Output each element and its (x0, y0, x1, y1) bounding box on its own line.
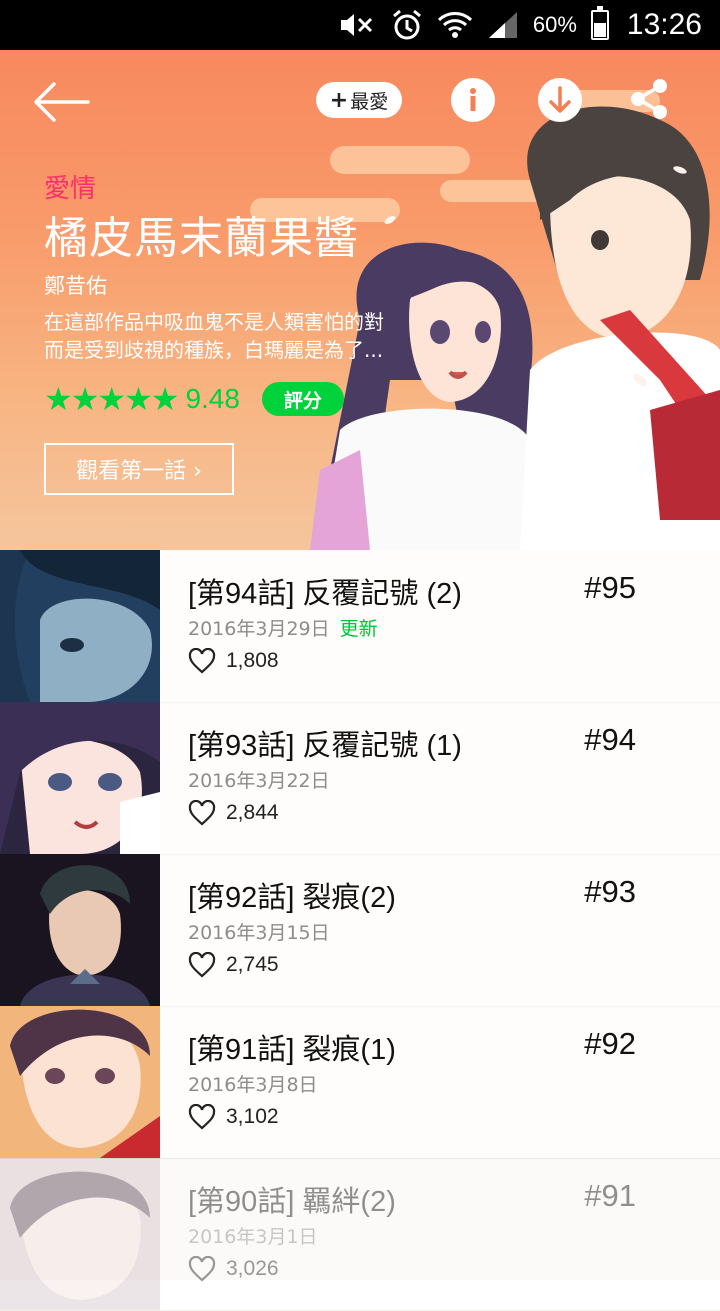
download-icon (549, 86, 571, 113)
episode-row[interactable]: [第92話] 裂痕(2) #93 2016年3月15日 2,745 (0, 854, 720, 1007)
episode-title: [第94話] 反覆記號 (2) (188, 578, 462, 610)
episode-likes: 1,808 (188, 648, 279, 674)
heart-icon (188, 800, 216, 826)
synopsis: 在這部作品中吸血鬼不是人類害怕的對 而是受到歧視的種族，白瑪麗是為了... (44, 308, 454, 364)
episode-date-text: 2016年3月15日 (188, 922, 330, 944)
episode-number: #93 (584, 874, 636, 909)
episode-likes: 3,102 (188, 1104, 279, 1130)
watch-first-episode-button[interactable]: 觀看第一話 › (44, 443, 234, 495)
episode-date: 2016年3月29日 更新 (188, 614, 378, 641)
episode-date-text: 2016年3月8日 (188, 1074, 318, 1096)
episode-list: [第94話] 反覆記號 (2) #95 2016年3月29日 更新 1,808 [… (0, 550, 720, 1311)
episode-title: [第91話] 裂痕(1) (188, 1034, 396, 1066)
episode-date: 2016年3月22日 (188, 766, 330, 793)
episode-date: 2016年3月8日 (188, 1070, 318, 1097)
episode-row[interactable]: [第93話] 反覆記號 (1) #94 2016年3月22日 2,844 (0, 702, 720, 855)
series-title: 橘皮馬末蘭果醬 (44, 213, 359, 264)
episode-title: [第93話] 反覆記號 (1) (188, 730, 462, 762)
like-count: 1,808 (226, 649, 279, 672)
like-count: 3,102 (226, 1105, 279, 1128)
rating-score: 9.48 (185, 383, 240, 414)
episode-number: #95 (584, 570, 636, 605)
author-name: 鄭昔佑 (44, 274, 107, 298)
episode-date: 2016年3月15日 (188, 918, 330, 945)
series-header: + 最愛 愛情 橘皮馬末蘭果醬 鄭昔佑 在這部作品中吸血鬼不是人類害怕的對 而是… (0, 50, 720, 550)
episode-title: [第90話] 羈絆(2) (188, 1186, 396, 1218)
episode-thumbnail (0, 1158, 160, 1310)
back-button[interactable] (30, 80, 94, 124)
episode-thumbnail (0, 702, 160, 854)
episode-date-text: 2016年3月22日 (188, 770, 330, 792)
episode-date-text: 2016年3月1日 (188, 1226, 318, 1248)
episode-likes: 2,844 (188, 800, 279, 826)
heart-icon (188, 952, 216, 978)
battery-icon (590, 6, 609, 40)
alarm-icon (391, 9, 423, 41)
status-bar: 60% 13:26 (0, 0, 720, 50)
favorite-label: 最愛 (350, 90, 389, 113)
synopsis-line: 在這部作品中吸血鬼不是人類害怕的對 (44, 310, 384, 334)
episode-number: #91 (584, 1178, 636, 1213)
heart-icon (188, 1104, 216, 1130)
episode-title: [第92話] 裂痕(2) (188, 882, 396, 914)
plus-icon: + (329, 87, 349, 113)
episode-thumbnail (0, 1006, 160, 1158)
signal-icon (487, 10, 519, 40)
battery-percentage: 60% (532, 12, 577, 37)
wifi-icon (437, 10, 473, 40)
genre-label: 愛情 (44, 174, 97, 204)
episode-date-text: 2016年3月29日 (188, 618, 330, 640)
add-favorite-button[interactable]: + 最愛 (316, 82, 402, 118)
clock: 13:26 (626, 8, 702, 41)
share-icon (631, 79, 667, 119)
like-count: 3,026 (226, 1257, 279, 1280)
mute-icon (337, 10, 377, 40)
download-button[interactable] (538, 78, 582, 122)
episode-row[interactable]: [第90話] 羈絆(2) #91 2016年3月1日 3,026 (0, 1158, 720, 1311)
episode-number: #92 (584, 1026, 636, 1061)
synopsis-line: 而是受到歧視的種族，白瑪麗是為了... (44, 338, 384, 362)
like-count: 2,844 (226, 801, 279, 824)
episode-likes: 2,745 (188, 952, 279, 978)
episode-row[interactable]: [第91話] 裂痕(1) #92 2016年3月8日 3,102 (0, 1006, 720, 1159)
heart-icon (188, 648, 216, 674)
info-button[interactable] (451, 78, 495, 122)
like-count: 2,745 (226, 953, 279, 976)
update-badge: 更新 (339, 618, 378, 640)
rating-row: ★★★★★ 9.48 評分 (44, 380, 344, 418)
rating-stars: ★★★★★ (44, 380, 179, 418)
episode-date: 2016年3月1日 (188, 1222, 318, 1249)
arrow-left-icon (34, 82, 90, 122)
share-button[interactable] (626, 76, 672, 122)
heart-icon (188, 1256, 216, 1282)
episode-likes: 3,026 (188, 1256, 279, 1282)
info-icon (470, 88, 476, 111)
rate-button[interactable]: 評分 (261, 382, 344, 416)
episode-row[interactable]: [第94話] 反覆記號 (2) #95 2016年3月29日 更新 1,808 (0, 550, 720, 703)
episode-number: #94 (584, 722, 636, 757)
cover-illustration (310, 106, 720, 550)
episode-thumbnail (0, 854, 160, 1006)
episode-thumbnail (0, 550, 160, 702)
